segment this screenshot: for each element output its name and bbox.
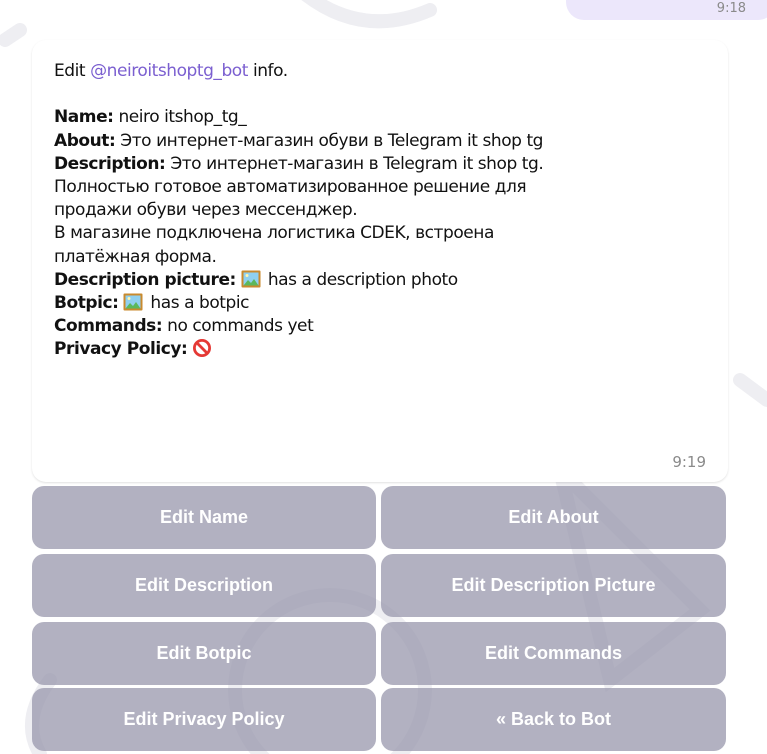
edit-description-picture-button[interactable]: Edit Description Picture [381, 554, 726, 617]
edit-about-button[interactable]: Edit About [381, 486, 726, 549]
framed-picture-icon [123, 293, 143, 311]
about-line: About: Это интернет-магазин обуви в Tele… [54, 130, 714, 153]
botpic-line: Botpic: has a botpic [54, 292, 714, 315]
message-text: Edit @neiroitshoptg_bot info. Name: neir… [54, 60, 714, 361]
description-picture-label: Description picture: [54, 269, 236, 290]
prohibited-icon [193, 339, 212, 358]
edit-privacy-policy-button[interactable]: Edit Privacy Policy [32, 688, 376, 751]
about-label: About: [54, 130, 116, 151]
about-value: Это интернет-магазин обуви в Telegram it… [115, 130, 544, 151]
description-line-3: продажи обуви через мессенджер. [54, 200, 358, 221]
edit-description-button[interactable]: Edit Description [32, 554, 376, 617]
commands-label: Commands: [54, 316, 163, 337]
previous-message-time: 9:18 [716, 1, 746, 16]
edit-commands-button[interactable]: Edit Commands [381, 622, 726, 685]
commands-value: no commands yet [162, 316, 314, 337]
description-line: Description: Это интернет-магазин в Tele… [54, 153, 714, 176]
name-line: Name: neiro itshop_tg_ [54, 106, 714, 129]
intro-line: Edit @neiroitshoptg_bot info. [54, 61, 288, 81]
framed-picture-icon [241, 270, 261, 288]
bot-mention-link[interactable]: @neiroitshoptg_bot [90, 61, 248, 81]
name-value: neiro itshop_tg_ [113, 107, 247, 128]
description-picture-value: has a description photo [262, 269, 458, 290]
edit-botpic-button[interactable]: Edit Botpic [32, 622, 376, 685]
description-value: Это интернет-магазин в Telegram it shop … [165, 153, 544, 174]
privacy-policy-label: Privacy Policy: [54, 339, 188, 360]
previous-outgoing-message: 9:18 [566, 0, 767, 20]
description-label: Description: [54, 153, 166, 174]
privacy-policy-line: Privacy Policy: [54, 338, 714, 361]
name-label: Name: [54, 107, 114, 128]
message-time: 9:19 [672, 453, 706, 471]
botpic-label: Botpic: [54, 292, 119, 313]
description-line-2: Полностью готовое автоматизированное реш… [54, 176, 527, 197]
description-line-5: платёжная форма. [54, 246, 217, 267]
commands-line: Commands: no commands yet [54, 315, 714, 338]
description-picture-line: Description picture: has a description p… [54, 269, 714, 292]
bot-message-bubble: Edit @neiroitshoptg_bot info. Name: neir… [32, 40, 728, 482]
edit-name-button[interactable]: Edit Name [32, 486, 376, 549]
back-to-bot-button[interactable]: « Back to Bot [381, 688, 726, 751]
botpic-value: has a botpic [145, 292, 250, 313]
description-line-4: В магазине подключена логистика CDEK, вс… [54, 223, 494, 244]
